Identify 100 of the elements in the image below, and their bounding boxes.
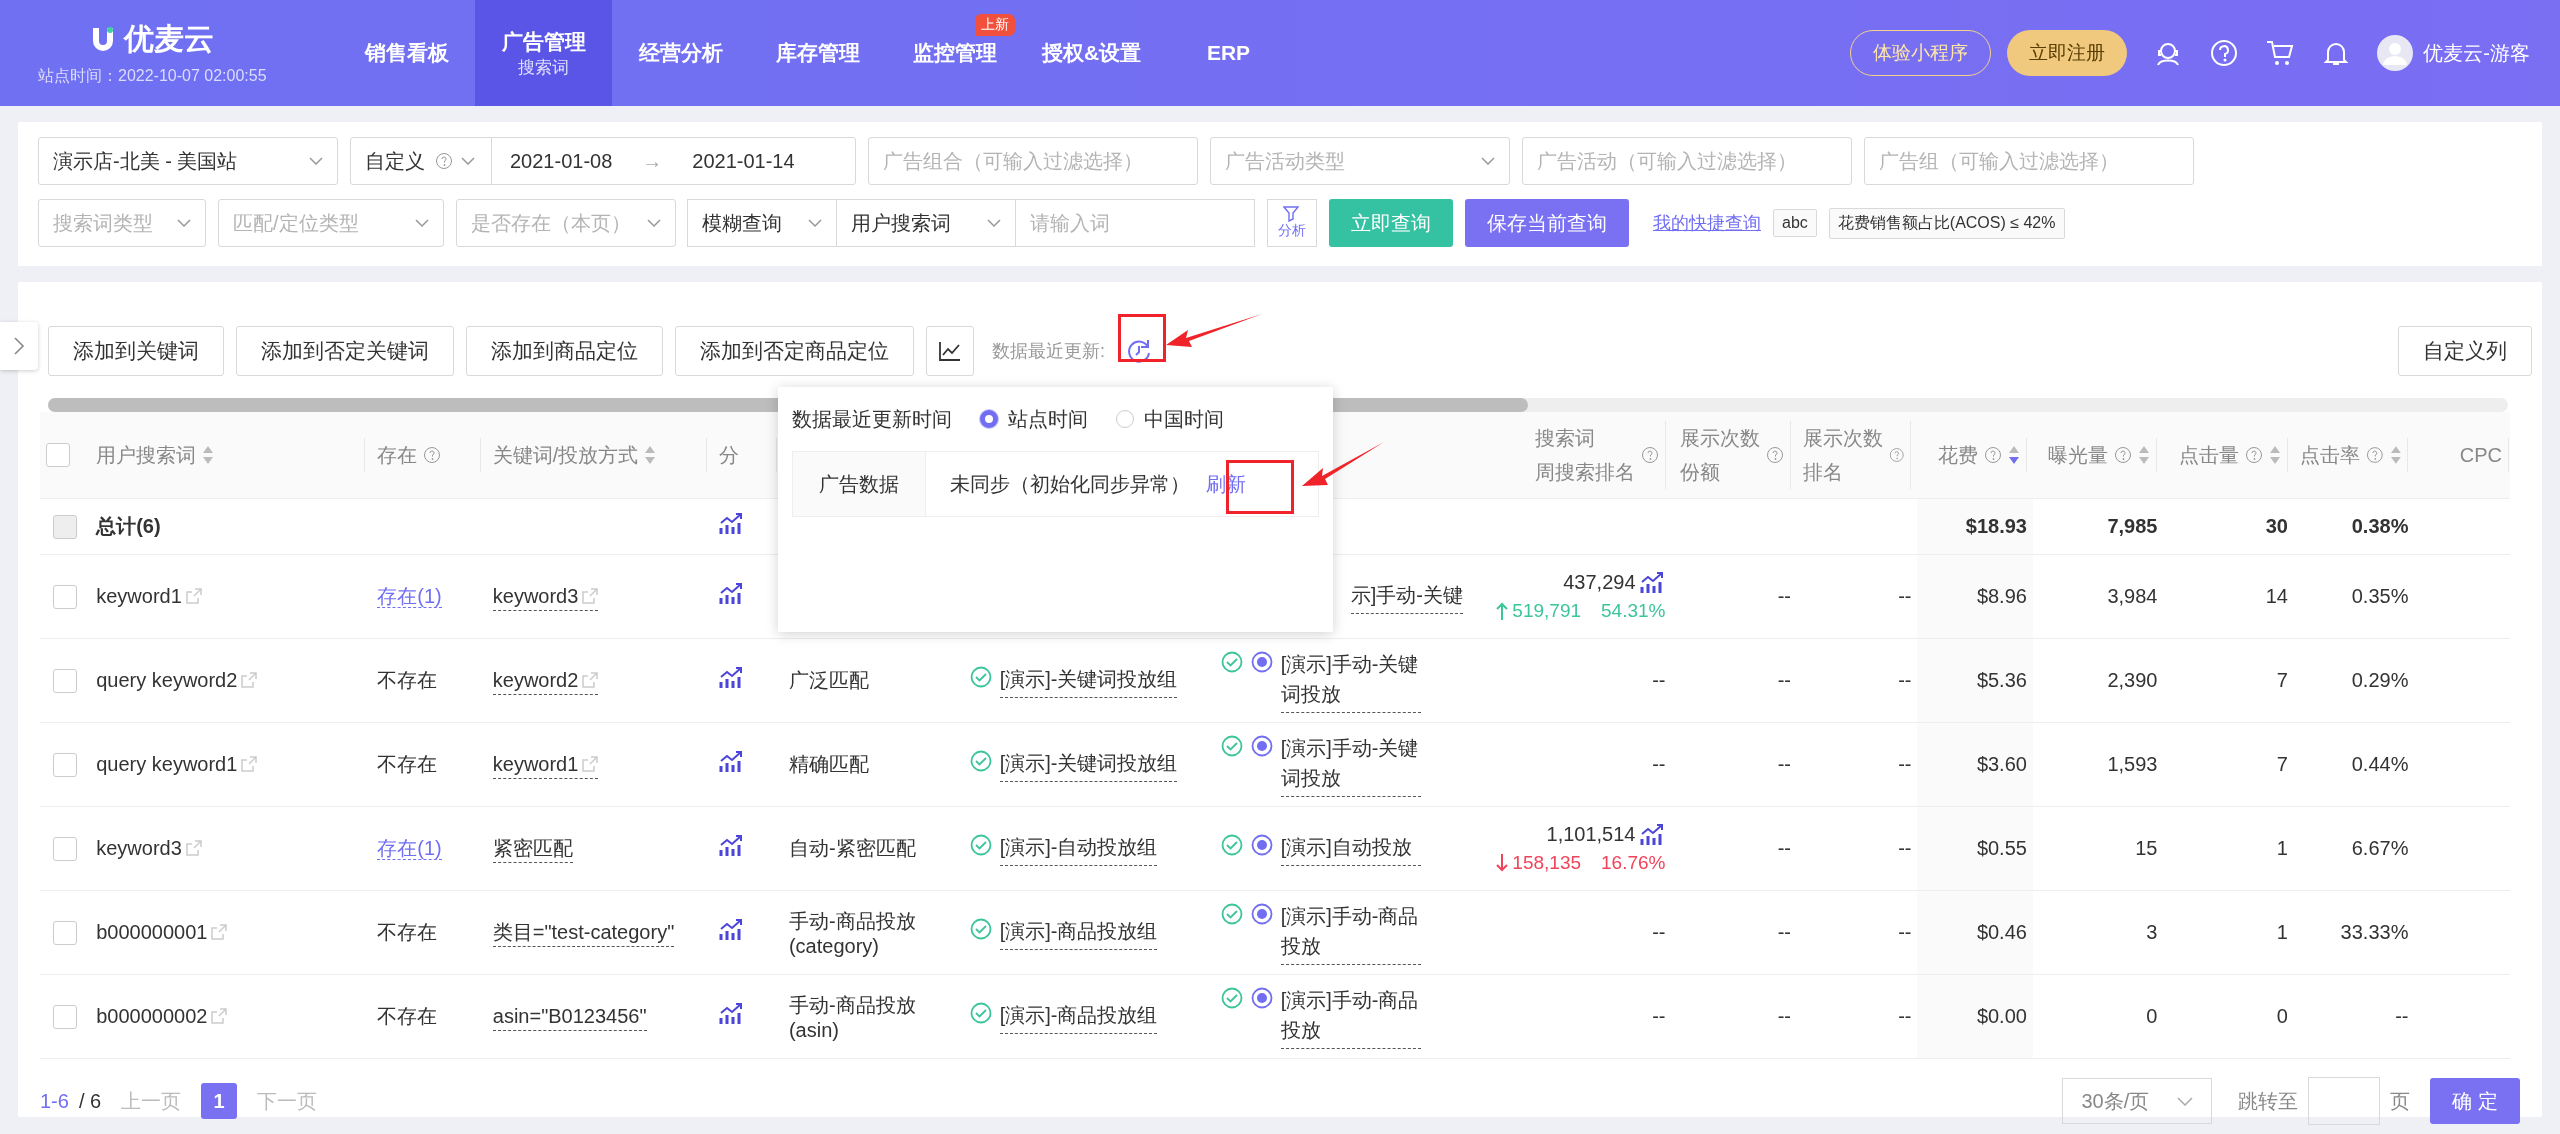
toolbar-button[interactable]: 添加到否定关键词 xyxy=(236,326,454,376)
expand-tab[interactable] xyxy=(0,322,38,370)
keyword-text[interactable]: 类目="test-category" xyxy=(492,921,675,947)
table-cell: 自动-紧密匹配 xyxy=(788,837,916,859)
date-range-field[interactable]: 自定义 2021-01-08 → 2021-01-14 xyxy=(350,137,856,185)
field-select[interactable]: 用户搜索词 xyxy=(836,199,1016,247)
sort-icon[interactable] xyxy=(644,444,657,466)
time-radio[interactable]: 中国时间 xyxy=(1116,405,1224,433)
table-cell: 7 xyxy=(2276,753,2288,775)
sort-icon[interactable] xyxy=(2007,444,2020,466)
page-number[interactable]: 1 xyxy=(201,1083,238,1119)
table-cell: 0.35% xyxy=(2351,585,2409,607)
table-cell: $0.46 xyxy=(1976,921,2027,943)
column-header: 关键词/投放方式 xyxy=(492,443,639,468)
campaign-link[interactable]: 示]手动-关键 xyxy=(1350,579,1463,614)
bar-trend-icon[interactable] xyxy=(718,667,745,689)
caret-icon xyxy=(461,157,475,165)
analyze-button[interactable]: 分析 xyxy=(1267,199,1317,247)
bar-trend-icon[interactable] xyxy=(718,583,745,605)
nav-menu-item[interactable]: 上新 监控管理 xyxy=(886,0,1023,106)
nav-menu-item[interactable]: ERP xyxy=(1160,0,1297,106)
sort-icon[interactable] xyxy=(2389,444,2402,466)
table-cell: 7 xyxy=(2276,669,2288,691)
nav-menu-item[interactable]: 销售看板 xyxy=(338,0,475,106)
bar-trend-icon[interactable] xyxy=(718,751,745,773)
toolbar-button[interactable]: 添加到否定商品定位 xyxy=(675,326,914,376)
campaign-link[interactable]: [演示]手动-关键词投放 xyxy=(1280,648,1421,713)
sort-icon[interactable] xyxy=(202,444,215,466)
page-input[interactable] xyxy=(2308,1077,2381,1125)
register-button[interactable]: 立即注册 xyxy=(2007,30,2128,76)
sort-icon[interactable] xyxy=(2268,444,2281,466)
bar-trend-icon[interactable] xyxy=(718,1003,745,1025)
campaign-link[interactable]: [演示]自动投放 xyxy=(1280,831,1421,866)
ad-group-link[interactable]: [演示]-商品投放组 xyxy=(999,999,1158,1034)
keyword-text[interactable]: 紧密匹配 xyxy=(492,837,573,863)
nav-menu-item[interactable]: 库存管理 xyxy=(749,0,886,106)
quick-query-link[interactable]: 我的快捷查询 xyxy=(1653,211,1761,235)
bar-trend-icon[interactable] xyxy=(1639,571,1666,594)
mode-select[interactable]: 模糊查询 xyxy=(687,199,837,247)
cart-icon[interactable] xyxy=(2265,38,2296,68)
table-cell: 0.29% xyxy=(2351,669,2409,691)
select-all-checkbox[interactable] xyxy=(46,443,70,468)
keyword-text[interactable]: keyword1 xyxy=(492,753,599,779)
keyword-text[interactable]: keyword3 xyxy=(492,585,599,611)
toolbar-button[interactable]: 添加到商品定位 xyxy=(466,326,663,376)
keyword-text[interactable]: keyword2 xyxy=(492,669,599,695)
campaign-link[interactable]: [演示]手动-商品投放 xyxy=(1280,984,1421,1049)
help-icon[interactable] xyxy=(2209,38,2240,68)
time-radio[interactable]: 站点时间 xyxy=(980,405,1088,433)
ad-group-link[interactable]: [演示]-商品投放组 xyxy=(999,915,1158,950)
ad-group-link[interactable]: [演示]-关键词投放组 xyxy=(999,663,1178,698)
caret-icon xyxy=(415,219,429,227)
exist-link[interactable]: 存在(1) xyxy=(377,585,442,608)
query-tag[interactable]: abc xyxy=(1773,209,1817,237)
toolbar-button[interactable]: 添加到关键词 xyxy=(48,326,224,376)
highlight-box xyxy=(1226,460,1294,514)
select-field[interactable]: 演示店-北美 - 美国站 xyxy=(38,137,338,185)
row-checkbox[interactable] xyxy=(53,752,78,777)
row-checkbox[interactable] xyxy=(53,584,78,609)
external-link-icon[interactable] xyxy=(582,672,599,688)
nav-menu-item[interactable]: 授权&设置 xyxy=(1023,0,1160,106)
nav-menu-item[interactable]: 广告管理 搜索词 xyxy=(475,0,612,106)
custom-columns-button[interactable]: 自定义列 xyxy=(2398,326,2532,376)
table-cell: -- xyxy=(1777,921,1791,943)
bar-trend-icon[interactable] xyxy=(718,835,745,857)
bar-trend-icon[interactable] xyxy=(718,919,745,941)
external-link-icon[interactable] xyxy=(582,756,599,772)
query-tag[interactable]: 花费销售额占比(ACOS) ≤ 42% xyxy=(1828,207,2065,239)
avatar[interactable] xyxy=(2377,35,2414,71)
table-cell: -- xyxy=(1898,669,1912,691)
external-link-icon[interactable] xyxy=(185,840,202,856)
row-checkbox[interactable] xyxy=(53,668,78,693)
rank-change: 158,135 xyxy=(1512,852,1582,874)
table-cell: 0 xyxy=(2146,1005,2158,1027)
campaign-link[interactable]: [演示]手动-商品投放 xyxy=(1280,900,1421,965)
sort-icon[interactable] xyxy=(2138,444,2151,466)
row-checkbox[interactable] xyxy=(53,920,78,945)
external-link-icon[interactable] xyxy=(582,588,599,604)
external-link-icon[interactable] xyxy=(185,588,202,604)
campaign-link[interactable]: [演示]手动-关键词投放 xyxy=(1280,732,1421,797)
ad-group-link[interactable]: [演示]-关键词投放组 xyxy=(999,747,1178,782)
chart-button[interactable] xyxy=(926,326,974,376)
user-name[interactable]: 优麦云-游客 xyxy=(2423,39,2530,67)
refresh-icon[interactable] xyxy=(1125,337,1153,365)
external-link-icon[interactable] xyxy=(241,756,258,772)
exist-link[interactable]: 存在(1) xyxy=(377,837,442,860)
keyword-text[interactable]: asin="B0123456" xyxy=(492,1005,647,1031)
confirm-button[interactable]: 确 定 xyxy=(2430,1078,2520,1124)
bar-trend-icon[interactable] xyxy=(718,513,745,535)
external-link-icon[interactable] xyxy=(241,672,258,688)
page-size-select[interactable]: 30条/页 xyxy=(2062,1078,2213,1124)
bar-trend-icon[interactable] xyxy=(1639,823,1666,846)
check-circle-icon xyxy=(1220,986,1243,1009)
save-query-button[interactable]: 保存当前查询 xyxy=(1465,199,1629,247)
row-checkbox[interactable] xyxy=(53,1004,78,1029)
row-checkbox[interactable] xyxy=(53,836,78,861)
nav-menu-item[interactable]: 经营分析 xyxy=(612,0,749,106)
external-link-icon[interactable] xyxy=(211,1008,228,1024)
external-link-icon[interactable] xyxy=(211,924,228,940)
ad-group-link[interactable]: [演示]-自动投放组 xyxy=(999,831,1158,866)
